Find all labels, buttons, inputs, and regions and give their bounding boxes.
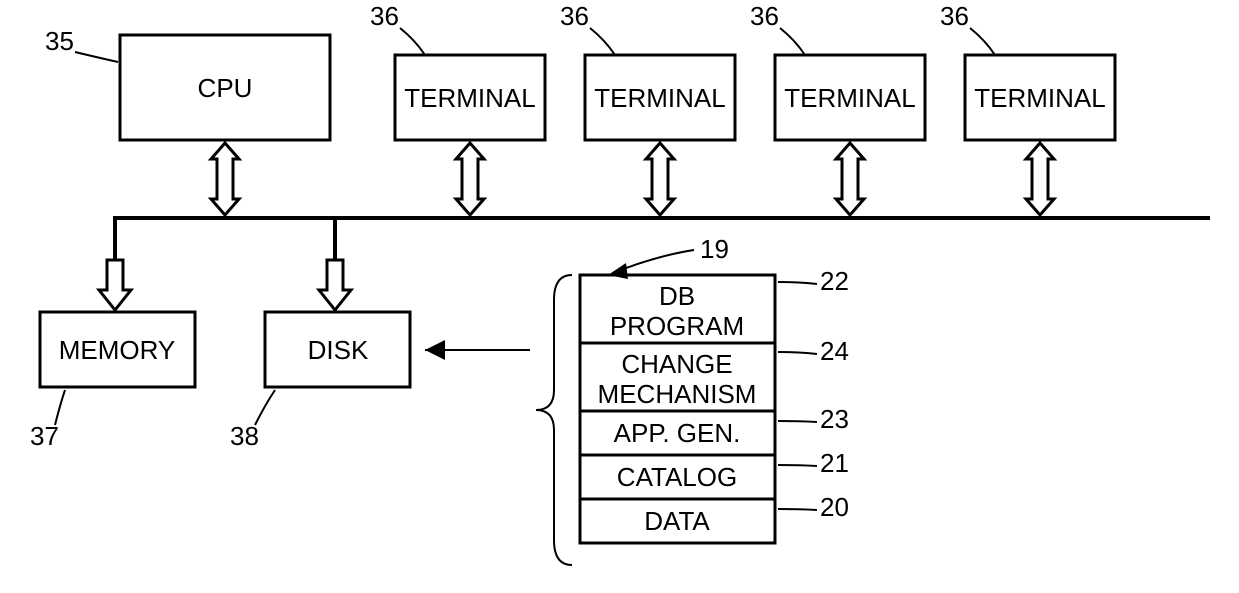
- ref-36-4: 36: [940, 1, 969, 31]
- ref-22: 22: [820, 266, 849, 296]
- memory-block: MEMORY: [40, 312, 195, 387]
- ref-36-3: 36: [750, 1, 779, 31]
- arrow-t1-bus: [456, 143, 484, 215]
- arrow-cpu-bus: [211, 143, 239, 215]
- db-program-l2: PROGRAM: [610, 311, 744, 341]
- ref-37: 37: [30, 421, 59, 451]
- terminal-block-3: TERMINAL: [775, 55, 925, 140]
- terminal-label-1: TERMINAL: [404, 83, 535, 113]
- arrow-bus-disk: [319, 260, 351, 310]
- disk-label: DISK: [308, 335, 369, 365]
- ref-36-1: 36: [370, 1, 399, 31]
- change-l2: MECHANISM: [598, 379, 757, 409]
- cpu-label: CPU: [198, 73, 253, 103]
- memory-label: MEMORY: [59, 335, 176, 365]
- appgen-label: APP. GEN.: [614, 418, 741, 448]
- terminal-label-4: TERMINAL: [974, 83, 1105, 113]
- ref-21: 21: [820, 448, 849, 478]
- system-diagram: CPU TERMINAL TERMINAL TERMINAL TERMINAL …: [0, 0, 1239, 593]
- terminal-block-1: TERMINAL: [395, 55, 545, 140]
- ref-19: 19: [700, 234, 729, 264]
- terminal-block-4: TERMINAL: [965, 55, 1115, 140]
- db-program-l1: DB: [659, 281, 695, 311]
- change-l1: CHANGE: [621, 349, 732, 379]
- data-label: DATA: [644, 506, 710, 536]
- ref-35: 35: [45, 26, 74, 56]
- ref-36-2: 36: [560, 1, 589, 31]
- terminal-label-2: TERMINAL: [594, 83, 725, 113]
- terminal-label-3: TERMINAL: [784, 83, 915, 113]
- stack: DB PROGRAM CHANGE MECHANISM APP. GEN. CA…: [580, 275, 775, 543]
- arrow-t3-bus: [836, 143, 864, 215]
- cpu-block: CPU: [120, 35, 330, 140]
- bus-line: [115, 218, 1210, 260]
- ref-38: 38: [230, 421, 259, 451]
- disk-block: DISK: [265, 312, 410, 387]
- ref-23: 23: [820, 404, 849, 434]
- arrow-t2-bus: [646, 143, 674, 215]
- brace-icon: [536, 275, 572, 565]
- arrow-bus-memory: [99, 260, 131, 310]
- terminal-block-2: TERMINAL: [585, 55, 735, 140]
- ref-24: 24: [820, 336, 849, 366]
- ref-20: 20: [820, 492, 849, 522]
- catalog-label: CATALOG: [617, 462, 737, 492]
- arrow-t4-bus: [1026, 143, 1054, 215]
